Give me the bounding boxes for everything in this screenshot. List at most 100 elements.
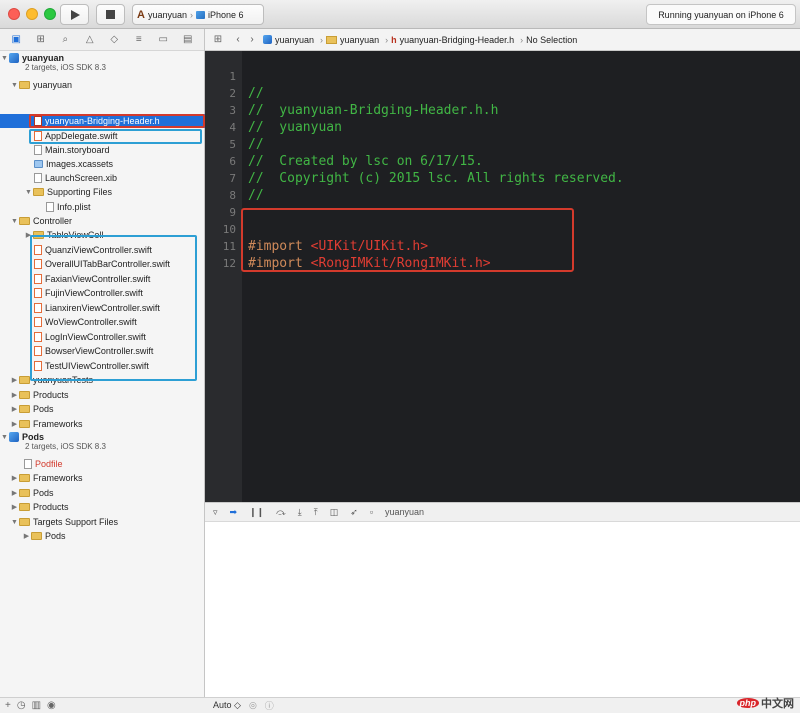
scheme-selector[interactable]: A yuanyuan › iPhone 6 xyxy=(132,4,264,25)
forward-icon[interactable]: › xyxy=(245,34,259,45)
group-label: Pods xyxy=(33,488,54,498)
folder-icon xyxy=(19,503,30,511)
breakpoints-toggle-icon[interactable]: ➡ xyxy=(230,507,238,518)
jump-bar: ⊞ ‹ › yuanyuan › yuanyuan › h yuanyuan-B… xyxy=(205,29,800,51)
title-bar: A yuanyuan › iPhone 6 Running yuanyuan o… xyxy=(0,0,800,29)
file-main-storyboard[interactable]: Main.storyboard xyxy=(0,143,205,157)
project-root[interactable]: ▼ yuanyuan 2 targets, iOS SDK 8.3 xyxy=(0,53,205,77)
group-supporting-files[interactable]: ▼ Supporting Files xyxy=(0,185,205,199)
report-icon[interactable]: ▤ xyxy=(181,34,195,45)
group-label: Products xyxy=(33,390,69,400)
debug-icon[interactable]: ≡ xyxy=(132,34,146,45)
file-launchscreen[interactable]: LaunchScreen.xib xyxy=(0,171,205,185)
file-info-plist[interactable]: Info.plist xyxy=(0,200,205,214)
filter-icon[interactable]: ◉ xyxy=(47,700,56,711)
disclosure-closed-icon[interactable]: ▶ xyxy=(22,532,31,540)
zoom-window-button[interactable] xyxy=(44,8,56,20)
breadcrumb-group[interactable]: yuanyuan xyxy=(340,35,379,45)
project-name: Pods xyxy=(22,432,45,442)
disclosure-open-icon[interactable]: ▼ xyxy=(0,55,9,62)
debug-console[interactable] xyxy=(205,522,800,697)
location-icon[interactable]: ➶ xyxy=(350,507,358,518)
code-line: 1 xyxy=(205,68,800,85)
related-items-icon[interactable]: ⊞ xyxy=(205,34,231,45)
code-line: 8 // xyxy=(205,187,800,204)
variables-mode-select[interactable]: Auto ◇ xyxy=(213,700,241,711)
xcode-project-icon xyxy=(9,53,19,63)
search-icon[interactable]: ⌕ xyxy=(58,34,72,45)
scm-icon[interactable]: ▥ xyxy=(32,700,41,711)
debug-target[interactable]: yuanyuan xyxy=(385,507,424,517)
group-controller[interactable]: ▼ Controller xyxy=(0,214,205,228)
pods-group-pods[interactable]: ▶ Pods xyxy=(0,486,205,500)
breakpoint-icon[interactable]: ▭ xyxy=(156,34,170,45)
group-frameworks[interactable]: ▶ Frameworks xyxy=(0,417,205,431)
disclosure-closed-icon[interactable]: ▶ xyxy=(10,376,19,384)
group-label: yuanyuan xyxy=(33,80,73,90)
disclosure-open-icon[interactable]: ▼ xyxy=(10,82,19,89)
folder-icon[interactable]: ▣ xyxy=(9,34,23,45)
debug-bar: ▿ ➡ ❙❙ ⤼ ⤓ ⤒ ◫ ➶ ▫ yuanyuan xyxy=(205,502,800,522)
step-over-icon[interactable]: ⤼ xyxy=(276,507,286,518)
add-icon[interactable]: + xyxy=(5,700,11,711)
close-window-button[interactable] xyxy=(8,8,20,20)
console-bottom-bar: Auto ◇ ◎ ⓘ php 中文网 xyxy=(205,697,800,713)
pods-group-frameworks[interactable]: ▶ Frameworks xyxy=(0,471,205,485)
folder-icon xyxy=(33,188,44,196)
recent-icon[interactable]: ◷ xyxy=(17,700,26,711)
run-button[interactable] xyxy=(60,4,89,25)
code-text: // Created by lsc on 6/17/15. xyxy=(248,154,483,169)
group-products[interactable]: ▶ Products xyxy=(0,388,205,402)
navigator-selector-bar: ▣ ⊞ ⌕ △ ◇ ≡ ▭ ▤ xyxy=(0,29,204,51)
folder-icon xyxy=(19,420,30,428)
stop-button[interactable] xyxy=(96,4,125,25)
pause-icon[interactable]: ❙❙ xyxy=(249,507,264,518)
disclosure-closed-icon[interactable]: ▶ xyxy=(10,474,19,482)
breadcrumb-symbol[interactable]: No Selection xyxy=(526,35,577,45)
hide-debug-area-icon[interactable]: ▿ xyxy=(213,507,218,518)
pods-project-root[interactable]: ▼ Pods 2 targets, iOS SDK 8.3 xyxy=(0,432,205,456)
minimize-window-button[interactable] xyxy=(26,8,38,20)
back-icon[interactable]: ‹ xyxy=(231,34,245,45)
file-images-xcassets[interactable]: Images.xcassets xyxy=(0,157,205,171)
line-number: 5 xyxy=(229,138,236,151)
disclosure-open-icon[interactable]: ▼ xyxy=(24,189,33,196)
warning-icon[interactable]: △ xyxy=(83,34,97,45)
view-debugger-icon[interactable]: ◫ xyxy=(330,507,339,518)
step-into-icon[interactable]: ⤓ xyxy=(298,507,302,518)
disclosure-open-icon[interactable]: ▼ xyxy=(10,519,19,526)
xcode-project-icon xyxy=(9,432,19,442)
pods-group-products[interactable]: ▶ Products xyxy=(0,500,205,514)
disclosure-closed-icon[interactable]: ▶ xyxy=(10,489,19,497)
file-podfile[interactable]: Podfile xyxy=(0,457,205,471)
group-pods[interactable]: ▶ Pods xyxy=(0,402,205,416)
group-label: Targets Support Files xyxy=(33,517,119,527)
folder-icon xyxy=(31,532,42,540)
eye-icon[interactable]: ◎ xyxy=(249,700,257,711)
group-yuanyuan[interactable]: ▼ yuanyuan xyxy=(0,78,205,92)
site-watermark: php 中文网 xyxy=(736,695,794,711)
source-editor[interactable]: 1 2 // 3 // yuanyuan-Bridging-Header.h.h 4… xyxy=(205,51,800,502)
step-out-icon[interactable]: ⤒ xyxy=(314,507,318,518)
disclosure-open-icon[interactable]: ▼ xyxy=(10,218,19,225)
disclosure-closed-icon[interactable]: ▶ xyxy=(10,391,19,399)
disclosure-open-icon[interactable]: ▼ xyxy=(0,434,9,441)
highlight-appdelegate xyxy=(29,129,202,144)
code-line: 4 // yuanyuan xyxy=(205,119,800,136)
disclosure-closed-icon[interactable]: ▶ xyxy=(10,503,19,511)
pods-targets-pods[interactable]: ▶ Pods xyxy=(0,529,205,543)
disclosure-closed-icon[interactable]: ▶ xyxy=(10,420,19,428)
watermark-logo: php xyxy=(736,698,759,708)
info-icon[interactable]: ⓘ xyxy=(265,699,274,712)
disclosure-closed-icon[interactable]: ▶ xyxy=(10,405,19,413)
hierarchy-icon[interactable]: ⊞ xyxy=(34,34,48,45)
line-number: 2 xyxy=(229,87,236,100)
test-icon[interactable]: ◇ xyxy=(107,34,121,45)
activity-status: Running yuanyuan on iPhone 6 xyxy=(646,4,796,25)
process-icon: ▫ xyxy=(369,507,374,517)
file-label: LaunchScreen.xib xyxy=(45,173,118,183)
breadcrumb-project[interactable]: yuanyuan xyxy=(275,35,314,45)
plist-file-icon xyxy=(46,202,54,212)
pods-group-targets-support[interactable]: ▼ Targets Support Files xyxy=(0,515,205,529)
breadcrumb-file[interactable]: yuanyuan-Bridging-Header.h xyxy=(400,35,515,45)
